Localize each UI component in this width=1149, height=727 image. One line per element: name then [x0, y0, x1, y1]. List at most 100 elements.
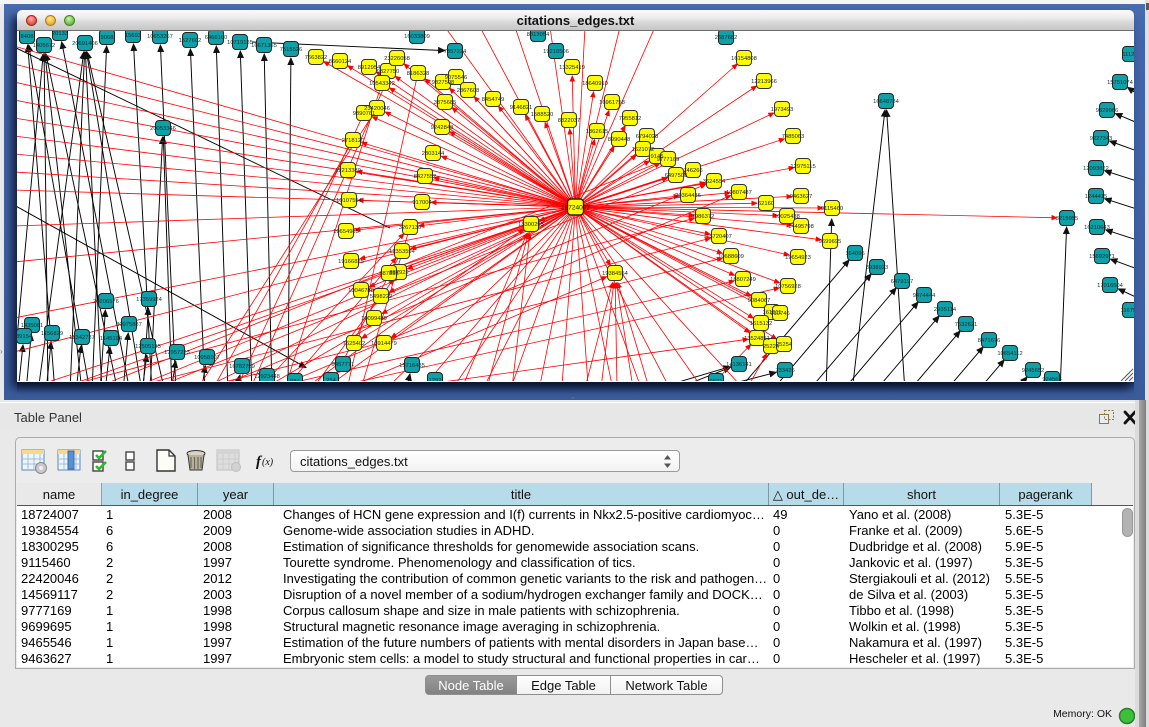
svg-text:8938923: 8938923	[866, 265, 889, 271]
svg-text:10958107: 10958107	[194, 355, 220, 361]
svg-text:15751074: 15751074	[1107, 80, 1134, 86]
svg-text:917004: 917004	[412, 200, 432, 206]
svg-text:12353594: 12353594	[389, 249, 416, 255]
svg-text:6479197: 6479197	[891, 279, 914, 285]
svg-text:10543342: 10543342	[369, 81, 395, 87]
svg-text:15693: 15693	[125, 33, 141, 39]
svg-text:12213966: 12213966	[751, 79, 777, 85]
svg-text:10025438: 10025438	[774, 214, 800, 220]
svg-text:18724007: 18724007	[561, 205, 590, 212]
svg-text:1527602: 1527602	[179, 38, 202, 44]
svg-text:16648784: 16648784	[873, 99, 900, 105]
svg-text:1362615: 1362615	[586, 129, 609, 135]
svg-text:984: 984	[290, 379, 300, 381]
svg-text:39154: 39154	[17, 334, 33, 340]
svg-text:16033809: 16033809	[404, 34, 430, 40]
svg-text:18807249: 18807249	[730, 277, 756, 283]
svg-text:9571: 9571	[710, 379, 723, 381]
svg-text:8990448: 8990448	[608, 137, 631, 143]
svg-text:10107554: 10107554	[336, 198, 363, 204]
svg-text:9329966: 9329966	[1096, 108, 1119, 114]
svg-text:2935114: 2935114	[934, 307, 957, 313]
svg-text:16782759: 16782759	[229, 364, 255, 370]
svg-text:887833: 887833	[379, 271, 398, 277]
svg-text:20206576: 20206576	[93, 299, 119, 305]
svg-text:2687682: 2687682	[715, 35, 738, 41]
svg-text:12975115: 12975115	[790, 164, 815, 170]
svg-text:16154808: 16154808	[731, 56, 757, 62]
svg-text:3215955: 3215955	[1056, 216, 1079, 222]
svg-text:7986372: 7986372	[692, 214, 715, 220]
svg-text:254: 254	[326, 378, 336, 381]
svg-text:16914479: 16914479	[371, 341, 397, 347]
svg-text:19654923: 19654923	[785, 255, 811, 261]
svg-text:9699695: 9699695	[819, 239, 842, 245]
svg-text:8186328: 8186328	[407, 71, 430, 77]
svg-text:12923448: 12923448	[254, 374, 280, 380]
svg-text:7632621: 7632621	[955, 322, 978, 328]
svg-text:8408: 8408	[21, 34, 34, 40]
svg-text:9242848: 9242848	[431, 125, 454, 131]
svg-text:733426: 733426	[775, 368, 794, 374]
svg-text:9227343: 9227343	[1090, 136, 1113, 142]
svg-text:10653267: 10653267	[147, 34, 173, 40]
svg-text:7625402: 7625402	[343, 341, 366, 347]
svg-text:9245652: 9245652	[1022, 368, 1045, 374]
svg-text:164095: 164095	[845, 251, 864, 257]
svg-text:8427552: 8427552	[414, 174, 437, 180]
svg-text:30975887: 30975887	[116, 322, 142, 328]
svg-text:3875685: 3875685	[434, 100, 457, 106]
svg-text:1588520: 1588520	[531, 112, 554, 118]
svg-text:7955812: 7955812	[619, 116, 642, 122]
svg-text:12093822: 12093822	[1083, 166, 1109, 172]
svg-text:20053346: 20053346	[150, 126, 176, 132]
svg-text:62160: 62160	[758, 201, 774, 207]
svg-text:20133: 20133	[52, 31, 68, 37]
svg-text:9474444: 9474444	[913, 293, 936, 299]
svg-text:10756928: 10756928	[775, 284, 801, 290]
svg-text:16961758: 16961758	[599, 100, 625, 106]
svg-text:8322037: 8322037	[558, 118, 581, 124]
svg-text:12213389: 12213389	[335, 168, 361, 174]
svg-text:8660124: 8660124	[329, 59, 352, 65]
svg-text:10719135: 10719135	[227, 40, 253, 46]
svg-text:13325419: 13325419	[559, 65, 585, 71]
svg-text:12342737: 12342737	[69, 335, 95, 341]
svg-text:7663822: 7663822	[305, 55, 328, 61]
svg-text:6497508: 6497508	[665, 173, 688, 179]
svg-text:19654985: 19654985	[333, 229, 359, 235]
svg-text:17016504: 17016504	[1097, 283, 1124, 289]
svg-text:11123: 11123	[1122, 52, 1134, 58]
svg-text:1156829: 1156829	[41, 331, 63, 337]
svg-text:9827750: 9827750	[377, 69, 400, 75]
svg-text:1145194: 1145194	[100, 336, 123, 342]
svg-text:1292: 1292	[429, 378, 442, 381]
svg-text:8454749: 8454749	[482, 97, 505, 103]
svg-text:6466160: 6466160	[205, 35, 228, 41]
svg-text:10654112: 10654112	[997, 351, 1022, 357]
svg-text:3624554: 3624554	[703, 179, 726, 185]
svg-text:(x): (x)	[262, 457, 274, 468]
svg-text:9457771: 9457771	[332, 362, 355, 368]
svg-text:5498222: 5498222	[370, 294, 393, 300]
svg-text:924565: 924565	[1042, 377, 1061, 381]
svg-text:116753: 116753	[1121, 308, 1134, 314]
svg-text:7515526: 7515526	[280, 47, 303, 53]
svg-text:1615132: 1615132	[750, 321, 773, 327]
svg-text:23226058: 23226058	[384, 56, 410, 62]
svg-text:17957223: 17957223	[164, 350, 190, 356]
svg-text:8471676: 8471676	[978, 338, 1001, 344]
svg-text:14136141: 14136141	[726, 362, 752, 368]
svg-text:2803144: 2803144	[422, 151, 445, 157]
svg-text:9075546: 9075546	[445, 75, 468, 81]
svg-text:910746: 910746	[770, 311, 789, 317]
svg-text:20364436: 20364436	[675, 193, 701, 199]
svg-text:10807487: 10807487	[726, 190, 752, 196]
svg-text:1973493: 1973493	[771, 107, 794, 113]
svg-text:10688609: 10688609	[718, 254, 744, 260]
svg-text:2867608: 2867608	[457, 88, 480, 94]
svg-text:9463627: 9463627	[790, 194, 813, 200]
svg-text:8813054: 8813054	[527, 32, 550, 38]
svg-text:7357224: 7357224	[444, 49, 467, 55]
svg-text:2718120: 2718120	[342, 138, 365, 144]
